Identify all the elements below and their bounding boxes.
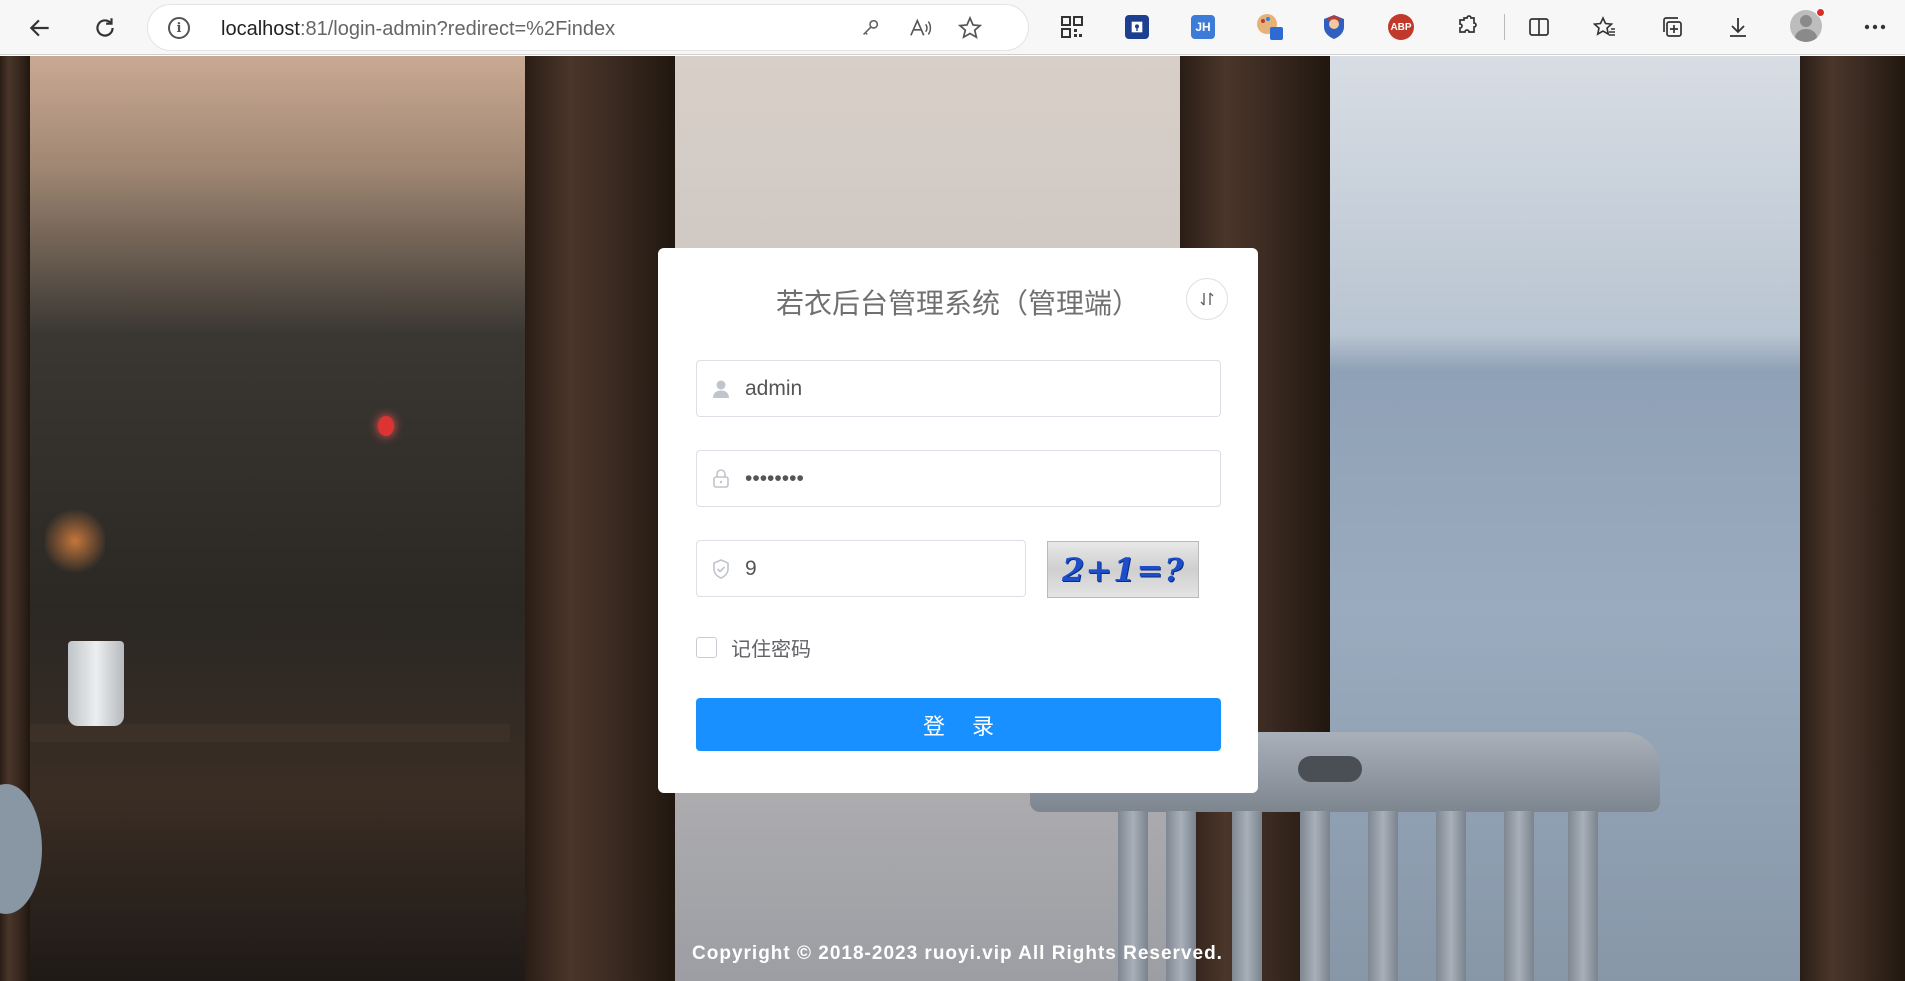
- collections-icon[interactable]: [1655, 10, 1689, 44]
- reload-icon: [96, 18, 114, 37]
- remember-label[interactable]: 记住密码: [731, 633, 811, 662]
- reload-button[interactable]: [85, 8, 125, 48]
- arrow-left-icon: [29, 19, 49, 37]
- url-host: localhost: [221, 18, 300, 40]
- read-aloud-icon[interactable]: [906, 13, 936, 43]
- cup: [68, 641, 124, 726]
- more-menu-icon[interactable]: [1858, 10, 1892, 44]
- username-field[interactable]: [696, 360, 1221, 417]
- adblock-plus-icon[interactable]: ABP: [1384, 10, 1418, 44]
- login-title: 若衣后台管理系统（管理端）: [775, 287, 1140, 320]
- remember-checkbox[interactable]: [696, 636, 717, 658]
- lock-icon: [697, 450, 745, 507]
- warm-glow: [45, 506, 105, 576]
- switch-arrows-icon: [1200, 292, 1214, 306]
- qr-code-icon[interactable]: [1055, 10, 1089, 44]
- notification-dot: [1816, 8, 1825, 17]
- wood-post: [525, 56, 675, 981]
- password-field[interactable]: [696, 450, 1221, 507]
- toolbar-separator: [1504, 14, 1505, 40]
- split-screen-icon[interactable]: [1522, 10, 1556, 44]
- login-form: 若衣后台管理系统（管理端） 2+1=? 记住密码 登 录: [658, 248, 1258, 793]
- address-bar[interactable]: i localhost:81/login-admin?redirect=%2Fi…: [148, 5, 1028, 50]
- captcha-image[interactable]: 2+1=?: [1047, 541, 1199, 598]
- username-input[interactable]: [745, 361, 1220, 416]
- table: [30, 724, 510, 742]
- key-icon[interactable]: [855, 13, 885, 43]
- login-button[interactable]: 登 录: [696, 698, 1221, 751]
- abp-badge: ABP: [1388, 14, 1414, 40]
- jh-badge: JH: [1191, 15, 1215, 39]
- password-input[interactable]: [745, 451, 1220, 506]
- remember-password[interactable]: 记住密码: [696, 633, 811, 662]
- shield-check-icon: [697, 540, 745, 597]
- site-info-icon[interactable]: i: [168, 17, 190, 39]
- switch-login-button[interactable]: [1186, 278, 1228, 320]
- captcha-input[interactable]: [745, 541, 1025, 596]
- captcha-field[interactable]: [696, 540, 1026, 597]
- address-text[interactable]: localhost:81/login-admin?redirect=%2Find…: [221, 18, 615, 41]
- password-manager-icon[interactable]: [1120, 10, 1154, 44]
- red-light: [378, 416, 394, 436]
- user-icon: [697, 360, 745, 417]
- back-button[interactable]: [20, 8, 60, 48]
- extensions-puzzle-icon[interactable]: [1450, 10, 1484, 44]
- wood-post: [1800, 56, 1905, 981]
- browser-toolbar: i localhost:81/login-admin?redirect=%2Fi…: [0, 0, 1905, 55]
- download-icon[interactable]: [1721, 10, 1755, 44]
- favorites-icon[interactable]: [1588, 10, 1622, 44]
- copyright-footer: Copyright © 2018-2023 ruoyi.vip All Righ…: [692, 943, 1223, 964]
- shield-avatar-icon[interactable]: [1317, 10, 1351, 44]
- jh-extension-icon[interactable]: JH: [1186, 10, 1220, 44]
- url-path: :81/login-admin?redirect=%2Findex: [299, 18, 616, 40]
- chair-hole: [1298, 756, 1362, 782]
- favorite-star-icon[interactable]: [955, 13, 985, 43]
- paint-palette-icon[interactable]: [1253, 10, 1287, 44]
